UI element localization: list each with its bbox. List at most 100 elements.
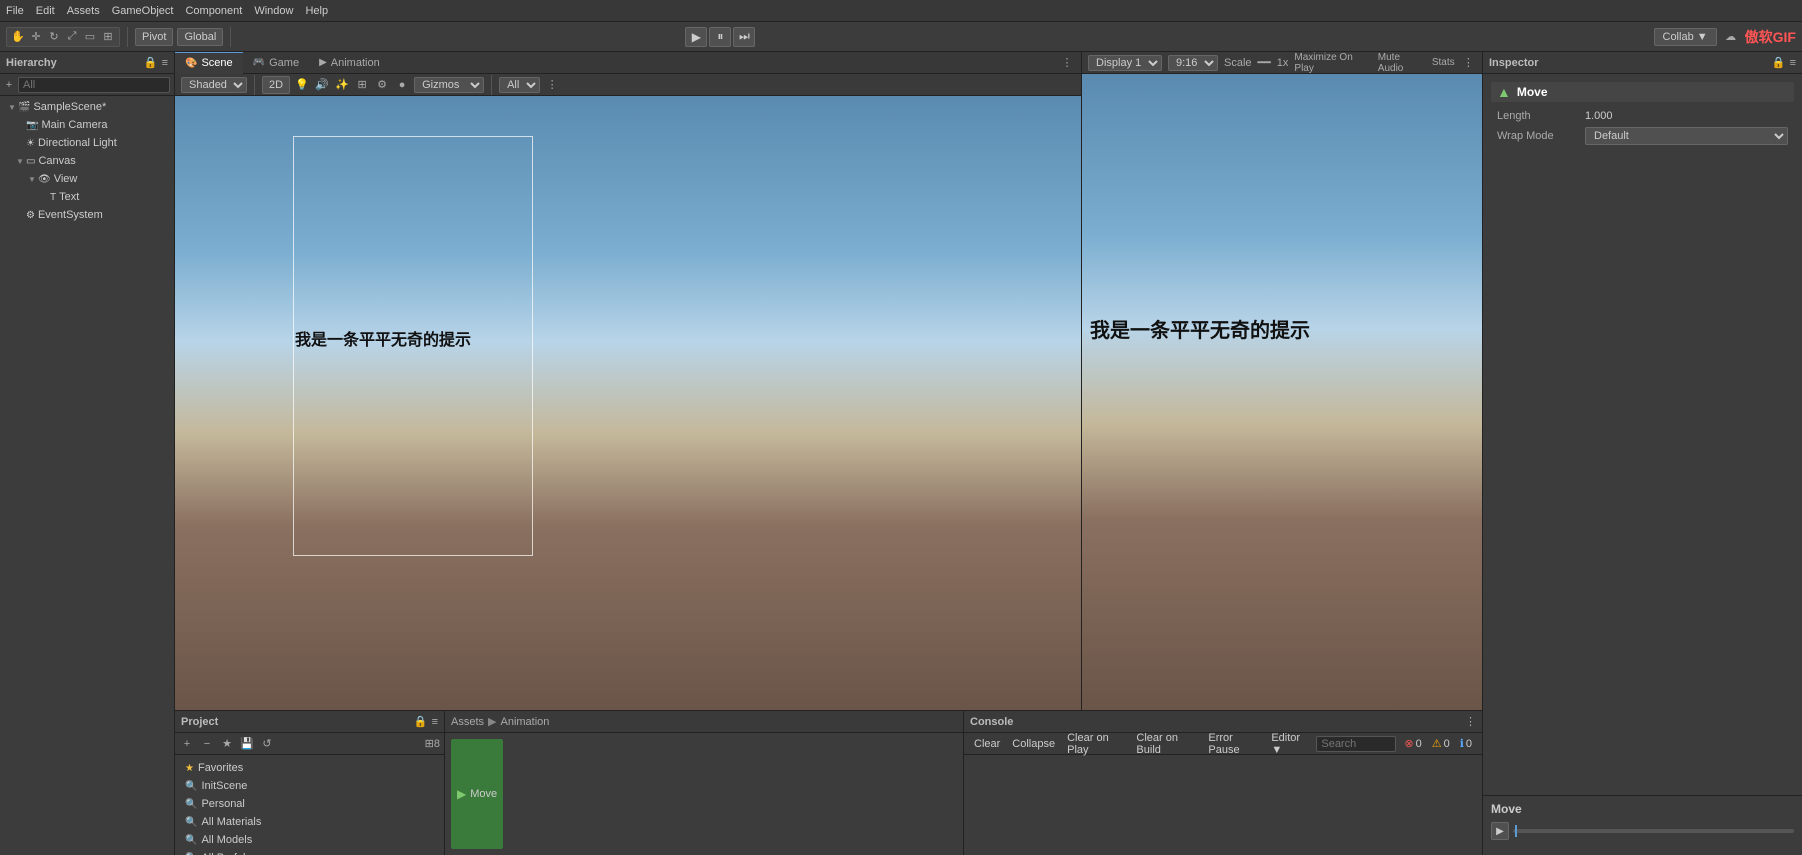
scene-panel-menu[interactable]: ⋮ — [1059, 55, 1075, 71]
all-dropdown[interactable]: All — [499, 77, 540, 93]
mute-label[interactable]: Mute Audio — [1378, 52, 1426, 74]
asset-move-label: Move — [470, 788, 497, 800]
hierarchy-title: Hierarchy — [6, 57, 140, 69]
light-toggle[interactable]: 💡 — [294, 77, 310, 93]
clear-btn[interactable]: Clear — [970, 735, 1004, 753]
global-button[interactable]: Global — [177, 28, 223, 46]
project-add-btn[interactable]: + — [179, 736, 195, 752]
project-fav-prefabs[interactable]: 🔍 All Prefabs — [179, 849, 440, 855]
move-play-button[interactable]: ▶ — [1491, 822, 1509, 840]
console-counts: ⊗ 0 ⚠ 0 ℹ 0 — [1400, 737, 1476, 750]
clear-on-play-btn[interactable]: Clear on Play — [1063, 735, 1128, 753]
menu-file[interactable]: File — [6, 5, 24, 17]
hierarchy-item-view[interactable]: ▼ 👁 View — [0, 170, 174, 188]
scale-slider-area[interactable]: ━━ — [1258, 56, 1271, 69]
hierarchy-item-main-camera[interactable]: 📷 Main Camera — [0, 116, 174, 134]
info-icon: ℹ — [1460, 737, 1464, 750]
console-search[interactable] — [1316, 736, 1396, 752]
2d-button[interactable]: 2D — [262, 76, 290, 94]
project-minus-btn[interactable]: − — [199, 736, 215, 752]
hierarchy-item-samplescene[interactable]: ▼ 🎬 SampleScene* — [0, 98, 174, 116]
rect-tool[interactable]: ▭ — [82, 29, 98, 45]
hierarchy-add-btn[interactable]: + — [4, 77, 14, 93]
cloud-icon[interactable]: ☁ — [1723, 29, 1739, 45]
inspector-menu-icon[interactable]: ≡ — [1790, 57, 1796, 69]
hierarchy-panel: Hierarchy 🔒 ≡ + ▼ 🎬 SampleScene* 📷 Main … — [0, 52, 175, 855]
menu-assets[interactable]: Assets — [67, 5, 100, 17]
project-menu-icon[interactable]: ≡ — [432, 716, 438, 728]
collab-button[interactable]: Collab ▼ — [1654, 28, 1717, 46]
shading-dropdown[interactable]: Shaded — [181, 77, 247, 93]
sep2 — [491, 75, 492, 95]
pause-button[interactable]: ⏸ — [709, 27, 731, 47]
gizmos-dropdown[interactable]: Gizmos ▼ — [414, 77, 484, 93]
stats-label[interactable]: Stats — [1432, 57, 1455, 68]
console-menu-icon[interactable]: ⋮ — [1465, 715, 1476, 728]
collapse-btn[interactable]: Collapse — [1008, 735, 1059, 753]
project-fav-models[interactable]: 🔍 All Models — [179, 831, 440, 849]
menu-gameobject[interactable]: GameObject — [112, 5, 174, 17]
multi-tool[interactable]: ⊞ — [100, 29, 116, 45]
scene-extras-2[interactable]: ⚙ — [374, 77, 390, 93]
tab-scene[interactable]: 🎨 Scene — [175, 52, 243, 74]
scale-tool[interactable]: ⤢ — [64, 29, 80, 45]
center-top: 🎨 Scene 🎮 Game ▶ Animation ⋮ — [175, 52, 1482, 710]
project-history-icon[interactable]: ↺ — [259, 736, 275, 752]
move-tool[interactable]: ✛ — [28, 29, 44, 45]
scene-extras-3[interactable]: ● — [394, 77, 410, 93]
hand-tool[interactable]: ✋ — [10, 29, 26, 45]
hierarchy-item-canvas[interactable]: ▼ ▭ Canvas — [0, 152, 174, 170]
project-save-icon[interactable]: 💾 — [239, 736, 255, 752]
editor-btn[interactable]: Editor ▼ — [1267, 735, 1312, 753]
sound-toggle[interactable]: 🔊 — [314, 77, 330, 93]
project-fav-personal[interactable]: 🔍 Personal — [179, 795, 440, 813]
rotate-tool[interactable]: ↻ — [46, 29, 62, 45]
project-fav-materials[interactable]: 🔍 All Materials — [179, 813, 440, 831]
tab-animation[interactable]: ▶ Animation — [309, 52, 390, 74]
hierarchy-lock-icon[interactable]: 🔒 — [144, 56, 158, 69]
menu-window[interactable]: Window — [254, 5, 293, 17]
error-pause-btn[interactable]: Error Pause — [1204, 735, 1263, 753]
game-toolbar: Display 1 9:16 Scale ━━ 1x Maximize On P… — [1082, 52, 1482, 74]
asset-move[interactable]: ▶ Move — [451, 739, 503, 849]
aspect-dropdown[interactable]: 9:16 — [1168, 55, 1218, 71]
tab-game[interactable]: 🎮 Game — [243, 52, 309, 74]
clear-on-build-btn[interactable]: Clear on Build — [1132, 735, 1200, 753]
move-component-header[interactable]: ▲ Move — [1491, 82, 1794, 102]
wrap-mode-dropdown[interactable]: Default — [1585, 127, 1788, 145]
project-lock-icon[interactable]: 🔒 — [414, 715, 428, 728]
pivot-button[interactable]: Pivot — [135, 28, 173, 46]
play-button[interactable]: ▶ — [685, 27, 707, 47]
console-title: Console — [970, 716, 1461, 728]
hierarchy-menu-icon[interactable]: ≡ — [162, 57, 168, 69]
maximize-label[interactable]: Maximize On Play — [1294, 52, 1371, 74]
step-button[interactable]: ⏭ — [733, 27, 755, 47]
hierarchy-item-directional-light[interactable]: ☀ Directional Light — [0, 134, 174, 152]
game-more-btn[interactable]: ⋮ — [1461, 55, 1476, 71]
scene-more-btn[interactable]: ⋮ — [544, 77, 560, 93]
hierarchy-item-text[interactable]: T Text — [0, 188, 174, 206]
scale-value: 1x — [1277, 57, 1289, 69]
game-viewport[interactable]: 我是一条平平无奇的提示 — [1082, 74, 1482, 710]
arrow-icon — [40, 193, 50, 202]
menu-component[interactable]: Component — [185, 5, 242, 17]
vfx-toggle[interactable]: ✨ — [334, 77, 350, 93]
scene-extras-1[interactable]: ⊞ — [354, 77, 370, 93]
move-playback-controls: ▶ — [1491, 822, 1794, 840]
view-icon: 👁 — [38, 174, 51, 185]
scene-icon: 🎬 — [18, 102, 30, 113]
hierarchy-item-eventsystem[interactable]: ⚙ EventSystem — [0, 206, 174, 224]
breadcrumb-assets[interactable]: Assets — [451, 716, 484, 728]
project-fav-favorites[interactable]: ★ Favorites — [179, 759, 440, 777]
hierarchy-toolbar: + — [0, 74, 174, 96]
menu-help[interactable]: Help — [305, 5, 328, 17]
project-fav-initscene[interactable]: 🔍 InitScene — [179, 777, 440, 795]
scene-viewport[interactable]: 我是一条平平无奇的提示 — [175, 96, 1081, 710]
move-timeline[interactable] — [1513, 829, 1794, 833]
display-dropdown[interactable]: Display 1 — [1088, 55, 1162, 71]
project-fav-icon[interactable]: ★ — [219, 736, 235, 752]
menu-edit[interactable]: Edit — [36, 5, 55, 17]
breadcrumb-animation[interactable]: Animation — [500, 716, 549, 728]
hierarchy-search[interactable] — [18, 77, 170, 93]
inspector-lock-icon[interactable]: 🔒 — [1772, 56, 1786, 69]
